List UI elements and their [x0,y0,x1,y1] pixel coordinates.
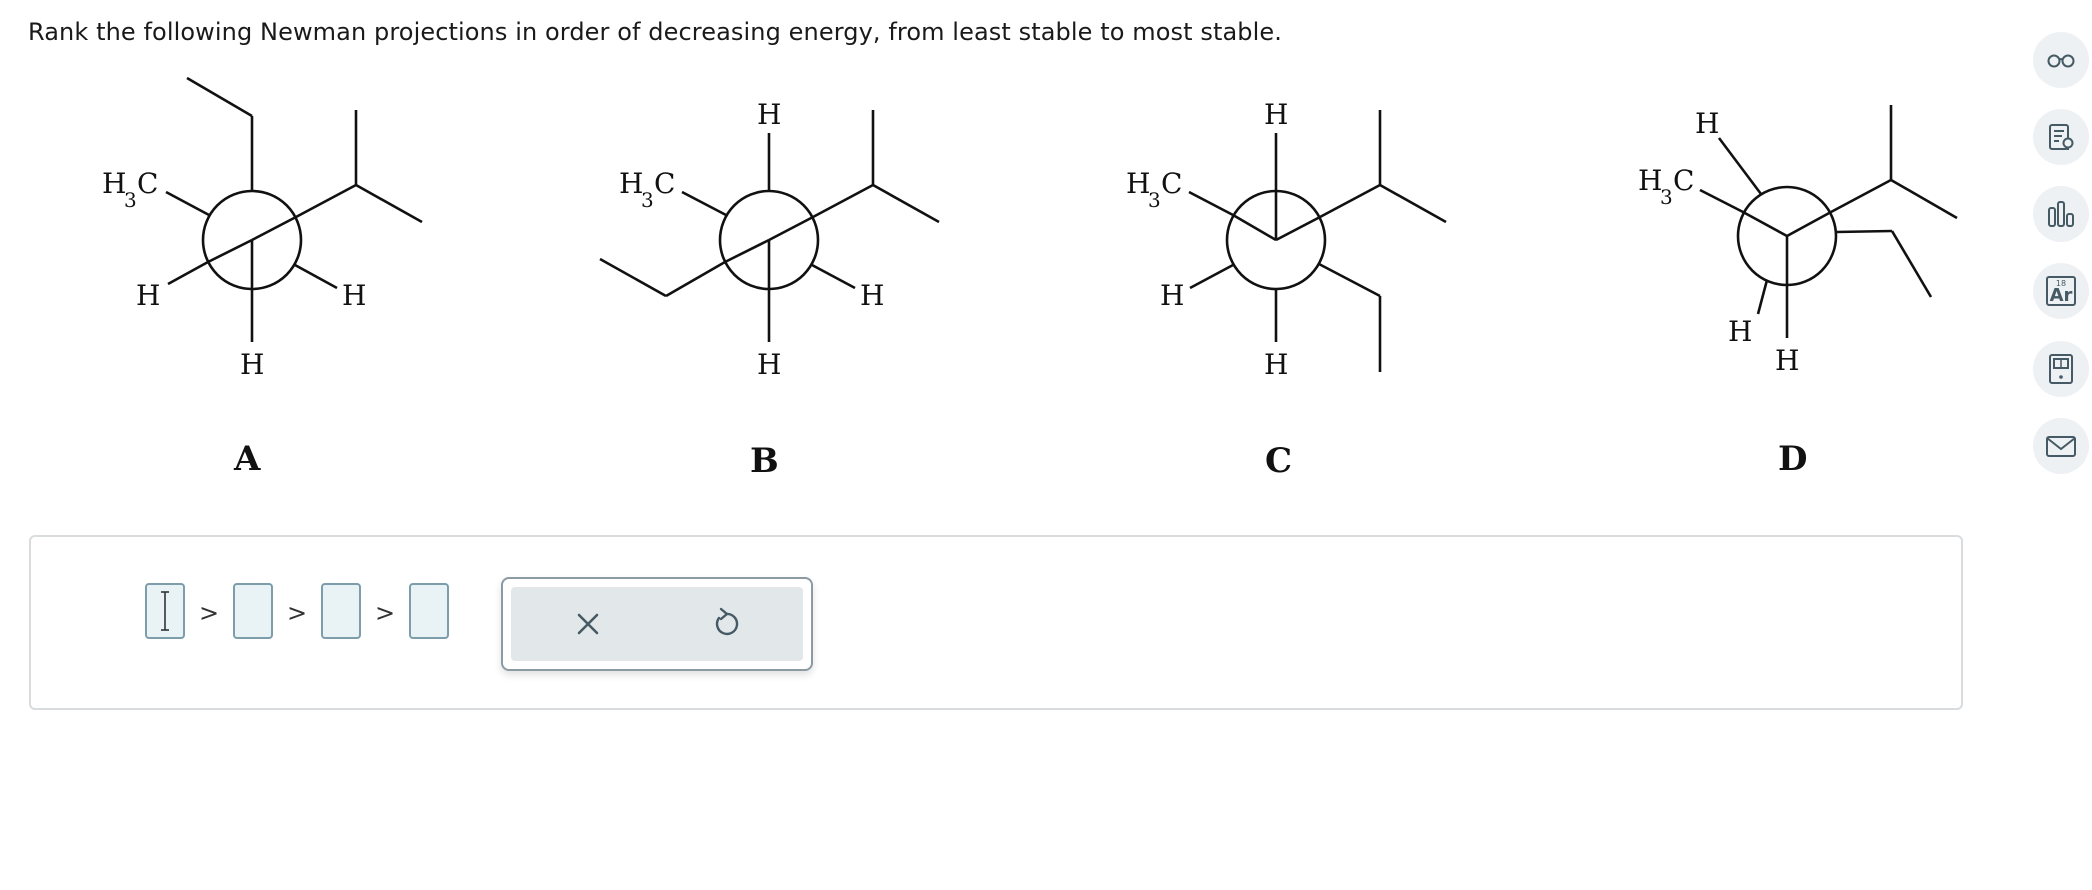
molecule-label-c: C [1265,441,1292,481]
molecule-c-h3c-c: C [1161,167,1182,200]
molecule-b-h3c-c: C [654,167,675,200]
molecule-d-h3c-sub: 3 [1660,185,1673,209]
sidebar-calculator-button[interactable] [2033,341,2089,397]
molecule-c-h-left: H [1160,279,1184,312]
answer-slot-3[interactable] [321,583,361,639]
sidebar-glasses-button[interactable] [2033,32,2089,88]
newman-projections: H 3 C H H H A H H 3 C H H B H H 3 C H H … [102,76,1958,481]
molecule-c-h-top: H [1264,98,1288,131]
sidebar-chart-button[interactable] [2033,186,2089,242]
molecule-a-h3c-c: C [137,167,158,200]
answer-tools-bar [511,587,803,661]
molecule-a-h-bottom: H [240,348,264,381]
molecule-label-b: B [750,441,779,481]
greater-than-3: > [375,599,396,627]
text-cursor-icon [161,591,169,631]
molecule-a-h3c-h: H [102,167,126,200]
glasses-icon [2047,54,2075,68]
molecule-label-d: D [1778,439,1807,479]
molecule-d-h-top: H [1695,107,1719,140]
answer-slot-1[interactable] [145,583,185,639]
molecule-d-h-bottom: H [1775,344,1799,377]
newman-projection-d [1699,105,1958,338]
molecule-a-h-right: H [342,279,366,312]
newman-projection-c [1188,110,1447,372]
molecule-b-labels: H H 3 C H H B [619,98,884,481]
molecule-b-h3c-sub: 3 [641,188,654,212]
answer-slot-4[interactable] [409,583,449,639]
newman-projection-b [599,110,940,342]
molecule-a-h3c-sub: 3 [124,188,137,212]
answer-panel: > > > [29,535,1963,710]
sidebar-mail-button[interactable] [2033,418,2089,474]
undo-button[interactable] [701,599,751,649]
molecule-a-h-left: H [136,279,160,312]
molecule-c-h-bottom: H [1264,348,1288,381]
clear-button[interactable] [563,599,613,649]
x-icon [577,613,599,635]
bar-chart-icon [2048,201,2074,227]
molecule-d-h3c-h: H [1638,164,1662,197]
answer-tools [501,577,813,671]
mail-icon [2046,436,2076,457]
molecule-c-h3c-sub: 3 [1148,188,1161,212]
molecule-b-h-bottom: H [757,348,781,381]
molecule-b-h-top: H [757,98,781,131]
molecule-b-h-right: H [860,279,884,312]
sidebar-periodic-table-button[interactable]: 18 Ar [2033,263,2089,319]
molecule-d-labels: H H 3 C H H D [1638,107,1807,479]
undo-icon [715,607,739,636]
periodic-table-icon: 18 Ar [2046,276,2076,306]
molecule-c-h3c-h: H [1126,167,1150,200]
notes-icon [2049,124,2074,150]
answer-slot-2[interactable] [233,583,273,639]
calculator-icon [2049,354,2073,384]
molecule-d-h-lower-left: H [1728,315,1752,348]
periodic-table-symbol: Ar [2050,285,2073,306]
sidebar-notes-button[interactable] [2033,109,2089,165]
greater-than-1: > [199,599,220,627]
newman-projection-a [165,76,423,342]
molecule-d-h3c-c: C [1673,164,1694,197]
molecule-label-a: A [233,439,261,479]
molecule-b-h3c-h: H [619,167,643,200]
greater-than-2: > [287,599,308,627]
molecule-a-labels: H 3 C H H H A [102,167,366,479]
